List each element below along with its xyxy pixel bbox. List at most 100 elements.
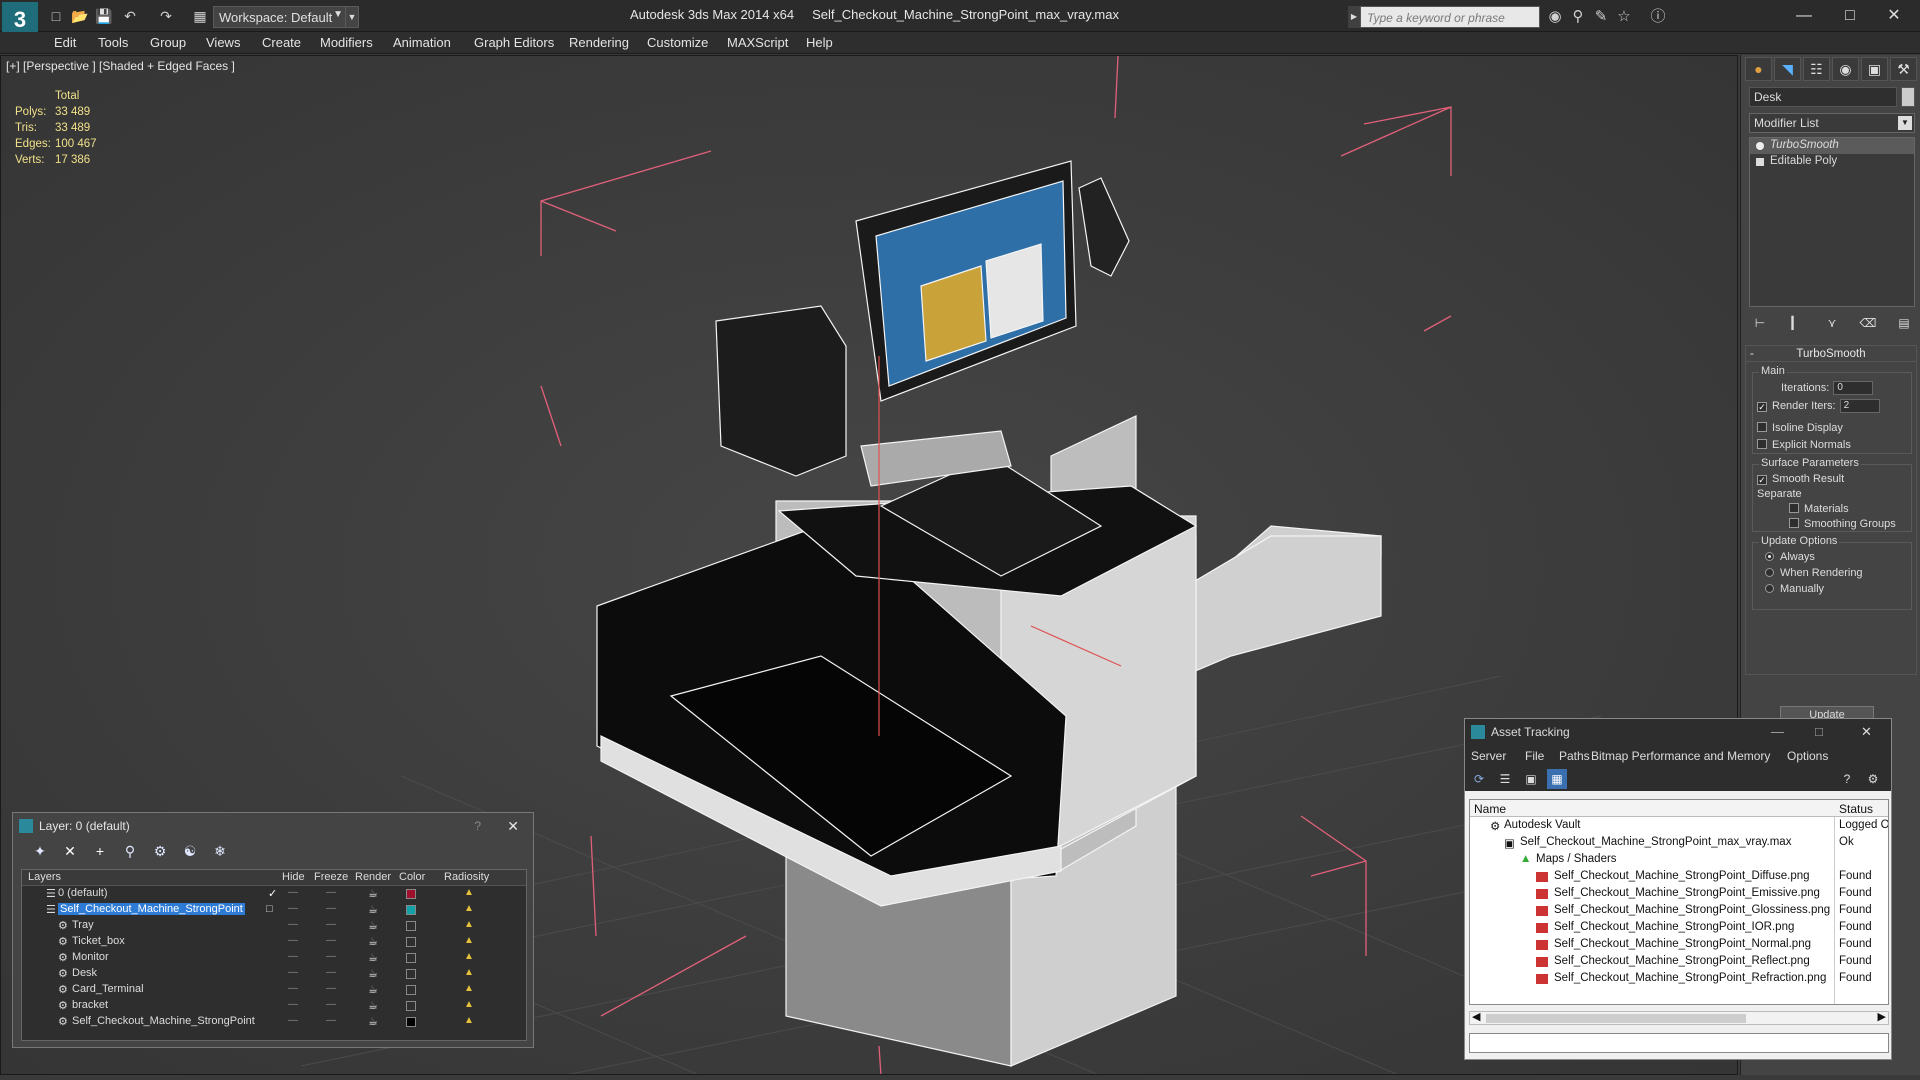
layer-row[interactable]: ⚙ Ticket_box — — ☕ ▲	[22, 934, 526, 950]
asset-path-field[interactable]	[1469, 1033, 1889, 1053]
object-color-swatch[interactable]	[1901, 87, 1915, 107]
scroll-left-icon[interactable]: ◀	[1472, 1010, 1480, 1023]
new-file-icon[interactable]: □	[46, 6, 66, 26]
settings-icon[interactable]: ⚙	[1863, 769, 1883, 789]
project-folder-icon[interactable]: ▦	[190, 6, 210, 26]
isoline-checkbox[interactable]	[1757, 422, 1767, 432]
col-layers[interactable]: Layers	[28, 871, 61, 883]
freeze-toggle[interactable]: —	[326, 999, 336, 1010]
always-radio[interactable]	[1765, 552, 1774, 561]
make-unique-icon[interactable]: ⋎	[1821, 313, 1843, 333]
layer-name[interactable]: 0 (default)	[58, 887, 108, 899]
list-view-icon[interactable]: ☰	[1495, 769, 1515, 789]
close-icon[interactable]: ✕	[507, 813, 519, 839]
highlight-layer-icon[interactable]: ⚙	[149, 841, 171, 861]
manually-radio[interactable]	[1765, 584, 1774, 593]
menu-maxscript[interactable]: MAXScript	[727, 35, 788, 50]
layer-color-swatch[interactable]	[406, 985, 416, 995]
smoothing-groups-checkbox[interactable]	[1789, 518, 1799, 528]
asset-row[interactable]: Self_Checkout_Machine_StrongPoint_Glossi…	[1470, 902, 1888, 919]
menu-customize[interactable]: Customize	[647, 35, 708, 50]
layer-row[interactable]: ⚙ Tray — — ☕ ▲	[22, 918, 526, 934]
menu-rendering[interactable]: Rendering	[569, 35, 629, 50]
minimize-icon[interactable]: —	[1771, 719, 1784, 745]
refresh-icon[interactable]: ⟳	[1469, 769, 1489, 789]
stack-item-editable-poly[interactable]: Editable Poly	[1750, 154, 1914, 170]
create-tab-icon[interactable]: ●	[1745, 57, 1772, 81]
asset-menu-paths[interactable]: Paths	[1559, 749, 1590, 763]
layer-color-swatch[interactable]	[406, 1017, 416, 1027]
radiosity-bulb-icon[interactable]: ▲	[464, 903, 474, 914]
freeze-toggle[interactable]: —	[326, 967, 336, 978]
layer-color-swatch[interactable]	[406, 969, 416, 979]
asset-row[interactable]: Self_Checkout_Machine_StrongPoint_Normal…	[1470, 936, 1888, 953]
binoculars-icon[interactable]: ◉	[1545, 7, 1565, 27]
communication-icon[interactable]: ✎	[1591, 7, 1611, 27]
radiosity-bulb-icon[interactable]: ▲	[464, 967, 474, 978]
minimize-icon[interactable]: —	[1784, 4, 1824, 28]
render-teapot-icon[interactable]: ☕	[368, 1015, 378, 1028]
iterations-spinner[interactable]: 0	[1833, 381, 1874, 395]
modify-tab-icon[interactable]: ◥	[1774, 57, 1801, 81]
col-color[interactable]: Color	[399, 871, 425, 883]
asset-menu-options[interactable]: Options	[1787, 749, 1828, 763]
asset-row[interactable]: Self_Checkout_Machine_StrongPoint_Refrac…	[1470, 970, 1888, 987]
scroll-right-icon[interactable]: ▶	[1878, 1010, 1886, 1023]
display-tab-icon[interactable]: ▣	[1861, 57, 1888, 81]
viewport-label[interactable]: [+] [Perspective ] [Shaded + Edged Faces…	[6, 59, 235, 73]
search-input[interactable]: Type a keyword or phrase	[1360, 6, 1540, 28]
render-iters-spinner[interactable]: 2	[1839, 399, 1880, 413]
redo-icon[interactable]: ↷	[156, 6, 176, 26]
modifier-list-dropdown[interactable]: Modifier List ▼	[1749, 113, 1915, 133]
workspace-menu-button[interactable]: ▼	[345, 6, 359, 28]
layer-color-swatch[interactable]	[406, 889, 416, 899]
expand-box-icon[interactable]	[1756, 158, 1764, 166]
layer-name[interactable]: Card_Terminal	[72, 983, 144, 995]
col-render[interactable]: Render	[355, 871, 391, 883]
radiosity-bulb-icon[interactable]: ▲	[464, 951, 474, 962]
col-radiosity[interactable]: Radiosity	[444, 871, 489, 883]
layer-name[interactable]: Desk	[72, 967, 97, 979]
table-view-icon[interactable]: ▦	[1547, 769, 1567, 789]
asset-window-titlebar[interactable]: Asset Tracking — □ ✕	[1465, 719, 1891, 745]
col-status[interactable]: Status	[1839, 802, 1873, 816]
layer-name[interactable]: bracket	[72, 999, 108, 1011]
rollout-header[interactable]: - TurboSmooth	[1746, 346, 1916, 362]
radiosity-bulb-icon[interactable]: ▲	[464, 935, 474, 946]
layer-row[interactable]: ⚙ Card_Terminal — — ☕ ▲	[22, 982, 526, 998]
workspace-dropdown[interactable]: Workspace: Default ▼	[213, 6, 347, 28]
freeze-toggle[interactable]: —	[326, 951, 336, 962]
asset-row[interactable]: Self_Checkout_Machine_StrongPoint_Diffus…	[1470, 868, 1888, 885]
scrollbar-thumb[interactable]	[1486, 1014, 1746, 1023]
explicit-normals-checkbox[interactable]	[1757, 439, 1767, 449]
key-icon[interactable]: ⚲	[1568, 7, 1588, 27]
close-icon[interactable]: ✕	[1874, 4, 1914, 28]
layer-row[interactable]: ⚙ Self_Checkout_Machine_StrongPoint — — ☕ ▲	[22, 1014, 526, 1030]
radiosity-bulb-icon[interactable]: ▲	[464, 1015, 474, 1026]
layer-checkbox[interactable]: □	[266, 903, 273, 915]
radiosity-bulb-icon[interactable]: ▲	[464, 999, 474, 1010]
render-teapot-icon[interactable]: ☕	[368, 999, 378, 1012]
render-teapot-icon[interactable]: ☕	[368, 919, 378, 932]
layer-name[interactable]: Monitor	[72, 951, 109, 963]
menu-modifiers[interactable]: Modifiers	[320, 35, 373, 50]
remove-modifier-icon[interactable]: ⌫	[1857, 313, 1879, 333]
freeze-toggle[interactable]: —	[326, 887, 336, 898]
utilities-tab-icon[interactable]: ⚒	[1890, 57, 1917, 81]
hide-toggle[interactable]: —	[288, 983, 298, 994]
help-button[interactable]: ?	[474, 813, 481, 839]
radiosity-bulb-icon[interactable]: ▲	[464, 919, 474, 930]
motion-tab-icon[interactable]: ◉	[1832, 57, 1859, 81]
asset-menu-file[interactable]: File	[1525, 749, 1544, 763]
save-icon[interactable]: 💾	[94, 6, 114, 26]
layer-name[interactable]: Tray	[72, 919, 94, 931]
hide-toggle[interactable]: —	[288, 919, 298, 930]
hide-toggle[interactable]: —	[288, 951, 298, 962]
maximize-icon[interactable]: □	[1830, 4, 1870, 28]
thumbnail-view-icon[interactable]: ▣	[1521, 769, 1541, 789]
freeze-toggle[interactable]: —	[326, 903, 336, 914]
layer-color-swatch[interactable]	[406, 953, 416, 963]
create-layer-icon[interactable]: ✦	[29, 841, 51, 861]
active-layer-check-icon[interactable]: ✓	[268, 887, 277, 900]
layer-name[interactable]: Self_Checkout_Machine_StrongPoint	[58, 903, 245, 915]
